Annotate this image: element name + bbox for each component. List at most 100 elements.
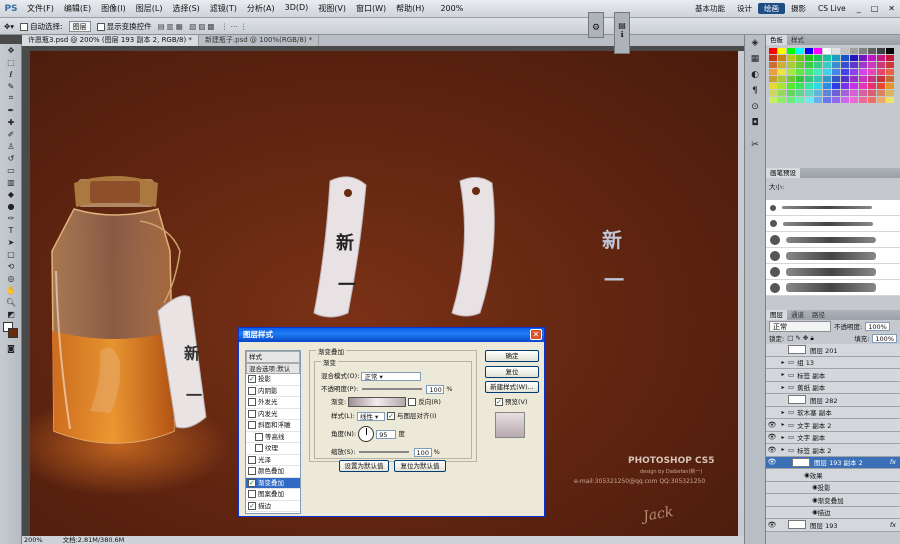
- swatch[interactable]: [886, 90, 894, 96]
- swatch[interactable]: [841, 62, 849, 68]
- 3d-rotate-icon[interactable]: ⟲: [0, 260, 22, 272]
- brush-row[interactable]: [766, 200, 900, 216]
- lock-icons[interactable]: □ ✎ ✥ 🔒︎: [787, 334, 814, 343]
- swatch[interactable]: [823, 55, 831, 61]
- auto-select-checkbox[interactable]: 自动选择:: [20, 21, 63, 32]
- swatch[interactable]: [868, 69, 876, 75]
- swatch[interactable]: [796, 83, 804, 89]
- eraser-icon[interactable]: ▭: [0, 164, 22, 176]
- swatch[interactable]: [769, 48, 777, 54]
- preview-checkbox[interactable]: 预览(V): [495, 396, 528, 406]
- style-checkbox[interactable]: [255, 444, 263, 452]
- swatch[interactable]: [787, 62, 795, 68]
- gradient-swatch[interactable]: [348, 397, 407, 407]
- menu-item[interactable]: 分析(A): [242, 3, 280, 14]
- swatch[interactable]: [841, 48, 849, 54]
- style-checkbox[interactable]: [248, 455, 256, 464]
- style-item[interactable]: 内发光: [246, 409, 300, 420]
- marquee-tool-icon[interactable]: ⬚: [0, 56, 22, 68]
- swatch[interactable]: [841, 55, 849, 61]
- swatch[interactable]: [850, 48, 858, 54]
- swatch[interactable]: [850, 83, 858, 89]
- layer-row[interactable]: ▸ ▭ 软木塞 副本: [766, 406, 900, 419]
- swatch[interactable]: [814, 55, 822, 61]
- swatch[interactable]: [769, 55, 777, 61]
- menu-item[interactable]: 图像(I): [96, 3, 131, 14]
- swatch[interactable]: [805, 62, 813, 68]
- swatch[interactable]: [787, 55, 795, 61]
- shape-tool-icon[interactable]: ▢: [0, 248, 22, 260]
- tab-brush-presets[interactable]: 画笔预设: [766, 168, 800, 178]
- eye-icon[interactable]: 👁︎: [766, 458, 778, 466]
- style-checkbox[interactable]: [248, 375, 256, 383]
- pen-tool-icon[interactable]: ✑: [0, 212, 22, 224]
- swatch[interactable]: [823, 83, 831, 89]
- tab-swatches[interactable]: 色板: [766, 35, 787, 45]
- swatch[interactable]: [805, 97, 813, 103]
- swatch[interactable]: [769, 62, 777, 68]
- masks-icon[interactable]: ◘: [745, 115, 765, 131]
- fx-badge[interactable]: fx: [890, 521, 896, 529]
- layer-row[interactable]: ▸ ▭ 蕉纸 副本: [766, 381, 900, 394]
- history-brush-icon[interactable]: ↺: [0, 152, 22, 164]
- swatch[interactable]: [841, 90, 849, 96]
- style-item[interactable]: 颜色叠加: [246, 466, 300, 478]
- workspace-basic[interactable]: 基本功能: [689, 3, 731, 14]
- layer-row[interactable]: 👁︎ 图层 193 fx: [766, 519, 900, 532]
- swatch[interactable]: [805, 55, 813, 61]
- zoom-menu[interactable]: 200%: [435, 4, 468, 13]
- menu-item[interactable]: 编辑(E): [59, 3, 96, 14]
- swatch[interactable]: [769, 76, 777, 82]
- swatch[interactable]: [850, 90, 858, 96]
- style-item[interactable]: 纹理: [246, 443, 300, 455]
- swatch[interactable]: [823, 90, 831, 96]
- style-item[interactable]: 外发光: [246, 397, 300, 409]
- style-checkbox[interactable]: [248, 386, 256, 395]
- swatch[interactable]: [868, 48, 876, 54]
- style-select[interactable]: 线性 ▾: [356, 411, 385, 421]
- blend-mode-select[interactable]: 正常 ▾: [361, 371, 422, 381]
- opacity-slider[interactable]: [362, 388, 423, 390]
- layer-row[interactable]: 图层 282: [766, 394, 900, 407]
- layer-row[interactable]: ◉ 描边: [766, 506, 900, 519]
- swatch[interactable]: [832, 97, 840, 103]
- swatch[interactable]: [850, 69, 858, 75]
- disclosure-icon[interactable]: ▸: [778, 371, 788, 378]
- eye-icon[interactable]: 👁︎: [766, 433, 778, 441]
- swatch[interactable]: [796, 76, 804, 82]
- swatch[interactable]: [778, 48, 786, 54]
- color-panel-icon[interactable]: ◈: [745, 35, 765, 51]
- floating-panel-2[interactable]: ▤ ℹ: [614, 12, 630, 54]
- swatch[interactable]: [814, 48, 822, 54]
- histogram-icon[interactable]: ▤: [615, 21, 629, 30]
- swatch[interactable]: [805, 69, 813, 75]
- tab-doc-1[interactable]: 许愿瓶3.psd @ 200% (图层 193 副本 2, RGB/8) *: [22, 35, 199, 46]
- quick-mask-icon[interactable]: ◙: [0, 342, 22, 354]
- angle-input[interactable]: 95: [376, 429, 397, 439]
- style-checkbox[interactable]: [255, 432, 263, 441]
- set-default-button[interactable]: 设置为默认值: [339, 460, 389, 472]
- swatch[interactable]: [841, 69, 849, 75]
- style-checkbox[interactable]: [248, 421, 256, 429]
- swatch[interactable]: [868, 97, 876, 103]
- swatch[interactable]: [796, 62, 804, 68]
- fx-badge[interactable]: fx: [890, 458, 896, 466]
- swatch[interactable]: [832, 48, 840, 54]
- lasso-tool-icon[interactable]: ℓ: [0, 68, 22, 80]
- layer-row[interactable]: ▸ ▭ 组 13: [766, 356, 900, 369]
- swatch[interactable]: [841, 83, 849, 89]
- swatch[interactable]: [877, 90, 885, 96]
- tab-styles[interactable]: 样式: [787, 35, 808, 45]
- tab-layers[interactable]: 图层: [766, 310, 787, 320]
- path-select-icon[interactable]: ➤: [0, 236, 22, 248]
- style-checkbox[interactable]: [248, 398, 256, 406]
- swatch[interactable]: [868, 55, 876, 61]
- swatch[interactable]: [832, 62, 840, 68]
- swatch[interactable]: [868, 76, 876, 82]
- swatch-grid[interactable]: [766, 45, 900, 106]
- minimize-icon[interactable]: _: [852, 4, 866, 13]
- new-style-button[interactable]: 新建样式(W)...: [485, 381, 539, 393]
- layer-row[interactable]: ◉ 效果: [766, 469, 900, 482]
- swatch[interactable]: [823, 76, 831, 82]
- tools-icon[interactable]: ✂: [745, 137, 765, 153]
